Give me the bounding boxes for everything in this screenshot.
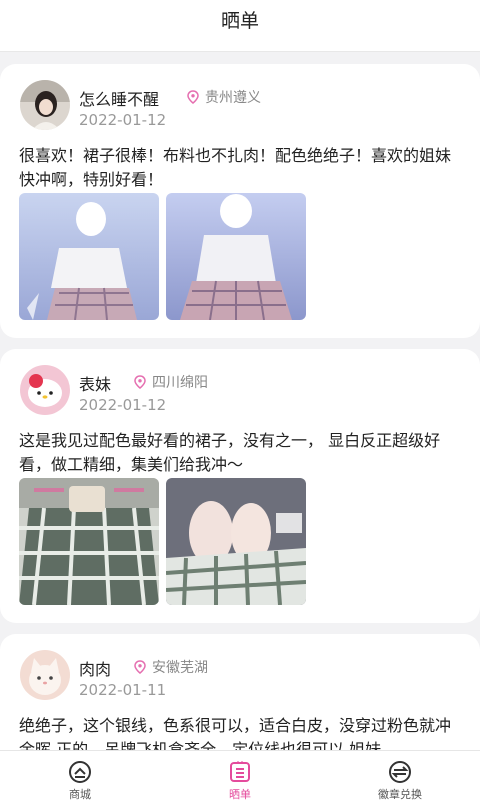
showcase-icon	[230, 761, 250, 782]
post-photo[interactable]	[166, 478, 306, 605]
post-date: 2022-01-11	[79, 681, 167, 699]
tab-shop[interactable]: 商城	[30, 751, 130, 800]
location: 安徽芜湖	[134, 657, 208, 677]
location-text: 安徽芜湖	[152, 660, 208, 676]
post-card[interactable]: 表妹 四川绵阳 2022-01-12 这是我见过配色最好看的裙子，没有之一， 显…	[0, 349, 480, 623]
tab-label: 商城	[69, 788, 91, 800]
location-pin-icon	[134, 375, 146, 389]
bottom-tab-bar: 商城 晒单 徽章兑换	[0, 750, 480, 800]
tab-label: 徽章兑换	[378, 788, 422, 800]
post-text: 这是我见过配色最好看的裙子，没有之一， 显白反正超级好看，做工精细，集美们给我冲…	[19, 431, 441, 474]
username[interactable]: 表妹	[79, 371, 111, 395]
post-date: 2022-01-12	[79, 111, 167, 129]
tab-label: 晒单	[229, 788, 251, 800]
post-text: 很喜欢！裙子很棒！布料也不扎肉！配色绝绝子！喜欢的姐妹快冲啊，特别好看！	[19, 146, 452, 189]
page-title: 晒单	[220, 10, 259, 32]
location: 贵州遵义	[187, 87, 261, 107]
post-text: 绝绝子，这个银线，色系很可以，适合白皮，没穿过粉色就冲余晖 正的，吊牌飞机盒齐全…	[19, 716, 452, 750]
status-bar-fragment	[322, 0, 462, 2]
post-card[interactable]: 肉肉 安徽芜湖 2022-01-11 绝绝子，这个银线，色系很可以，适合白皮，没…	[0, 634, 480, 750]
location-pin-icon	[134, 660, 146, 674]
location: 四川绵阳	[134, 372, 208, 392]
avatar[interactable]	[20, 80, 70, 130]
avatar[interactable]	[20, 365, 70, 415]
tab-badge-exchange[interactable]: 徽章兑换	[350, 751, 450, 800]
post-feed[interactable]: 怎么睡不醒 贵州遵义 2022-01-12 很喜欢！裙子很棒！布料也不扎肉！配色…	[0, 52, 480, 750]
location-text: 贵州遵义	[205, 90, 261, 106]
badge-exchange-icon	[389, 761, 411, 783]
post-photo[interactable]	[19, 193, 159, 320]
tab-showcase[interactable]: 晒单	[190, 751, 290, 800]
username[interactable]: 怎么睡不醒	[79, 86, 159, 110]
location-text: 四川绵阳	[152, 375, 208, 391]
post-card[interactable]: 怎么睡不醒 贵州遵义 2022-01-12 很喜欢！裙子很棒！布料也不扎肉！配色…	[0, 64, 480, 338]
location-pin-icon	[187, 90, 199, 104]
post-photo[interactable]	[19, 478, 159, 605]
post-date: 2022-01-12	[79, 396, 167, 414]
post-photo[interactable]	[166, 193, 306, 320]
username[interactable]: 肉肉	[79, 656, 111, 680]
top-bar: 晒单	[0, 0, 480, 52]
shop-icon	[69, 761, 91, 783]
avatar[interactable]	[20, 650, 70, 700]
